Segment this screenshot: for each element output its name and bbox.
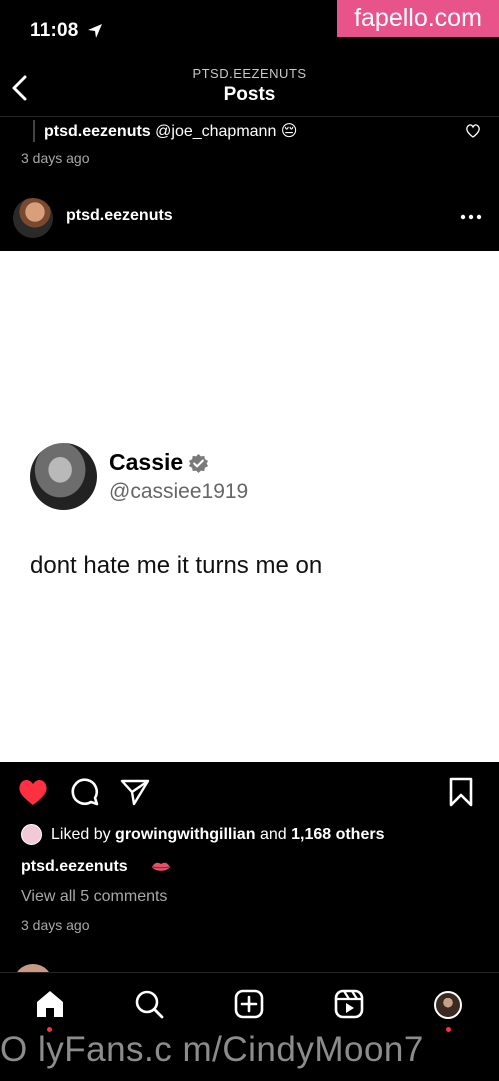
status-time: 11:08 (30, 20, 79, 41)
header-divider (0, 116, 499, 117)
liked-by-avatar[interactable] (21, 824, 42, 845)
liked-by-text[interactable]: Liked by growingwithgillian and 1,168 ot… (51, 826, 384, 844)
liked-by-and: and (259, 826, 287, 843)
liked-by-prefix: Liked by (51, 826, 111, 843)
tweet-display-name: Cassie (109, 449, 184, 475)
comment-time: 3 days ago (21, 150, 90, 166)
header-username: PTSD.EEZENUTS (192, 66, 307, 81)
reels-icon[interactable] (334, 989, 364, 1019)
post-author-username[interactable]: ptsd.eezenuts (66, 207, 173, 225)
watermark-bottom: O lyFans.c m/CindyMoon7 (0, 1030, 424, 1069)
bookmark-icon[interactable] (448, 777, 474, 807)
tweet-text: dont hate me it turns me on (30, 552, 323, 579)
lips-emoji-icon (152, 862, 170, 871)
create-post-icon[interactable] (234, 989, 264, 1019)
page-title: Posts (223, 84, 276, 105)
post-caption: ptsd.eezenuts (21, 858, 128, 876)
home-icon[interactable] (35, 989, 65, 1019)
post-time: 3 days ago (21, 917, 90, 933)
paper-plane-icon[interactable] (120, 778, 150, 806)
thread-line (33, 120, 35, 142)
view-all-comments-link[interactable]: View all 5 comments (21, 888, 167, 906)
profile-tab-avatar[interactable] (434, 991, 462, 1019)
tweet-handle: @cassiee1919 (109, 480, 249, 503)
comment-like-icon[interactable] (465, 123, 481, 138)
liked-by-user[interactable]: growingwithgillian (115, 826, 255, 843)
comment-text: @joe_chapmann 😔 (155, 123, 298, 140)
comment-username[interactable]: ptsd.eezenuts (44, 123, 151, 140)
heart-filled-icon[interactable] (17, 777, 49, 807)
watermark-top: fapello.com (337, 0, 499, 37)
previous-comment: ptsd.eezenuts @joe_chapmann 😔 (44, 121, 297, 141)
search-icon[interactable] (134, 989, 164, 1019)
comment-icon[interactable] (70, 777, 100, 807)
verified-badge-icon (188, 453, 209, 474)
more-options-icon[interactable] (459, 207, 483, 227)
caption-username[interactable]: ptsd.eezenuts (21, 858, 128, 875)
tweet-avatar (30, 443, 97, 510)
location-arrow-icon (88, 24, 102, 38)
post-author-avatar[interactable] (13, 198, 53, 238)
liked-by-others[interactable]: 1,168 others (291, 826, 384, 843)
